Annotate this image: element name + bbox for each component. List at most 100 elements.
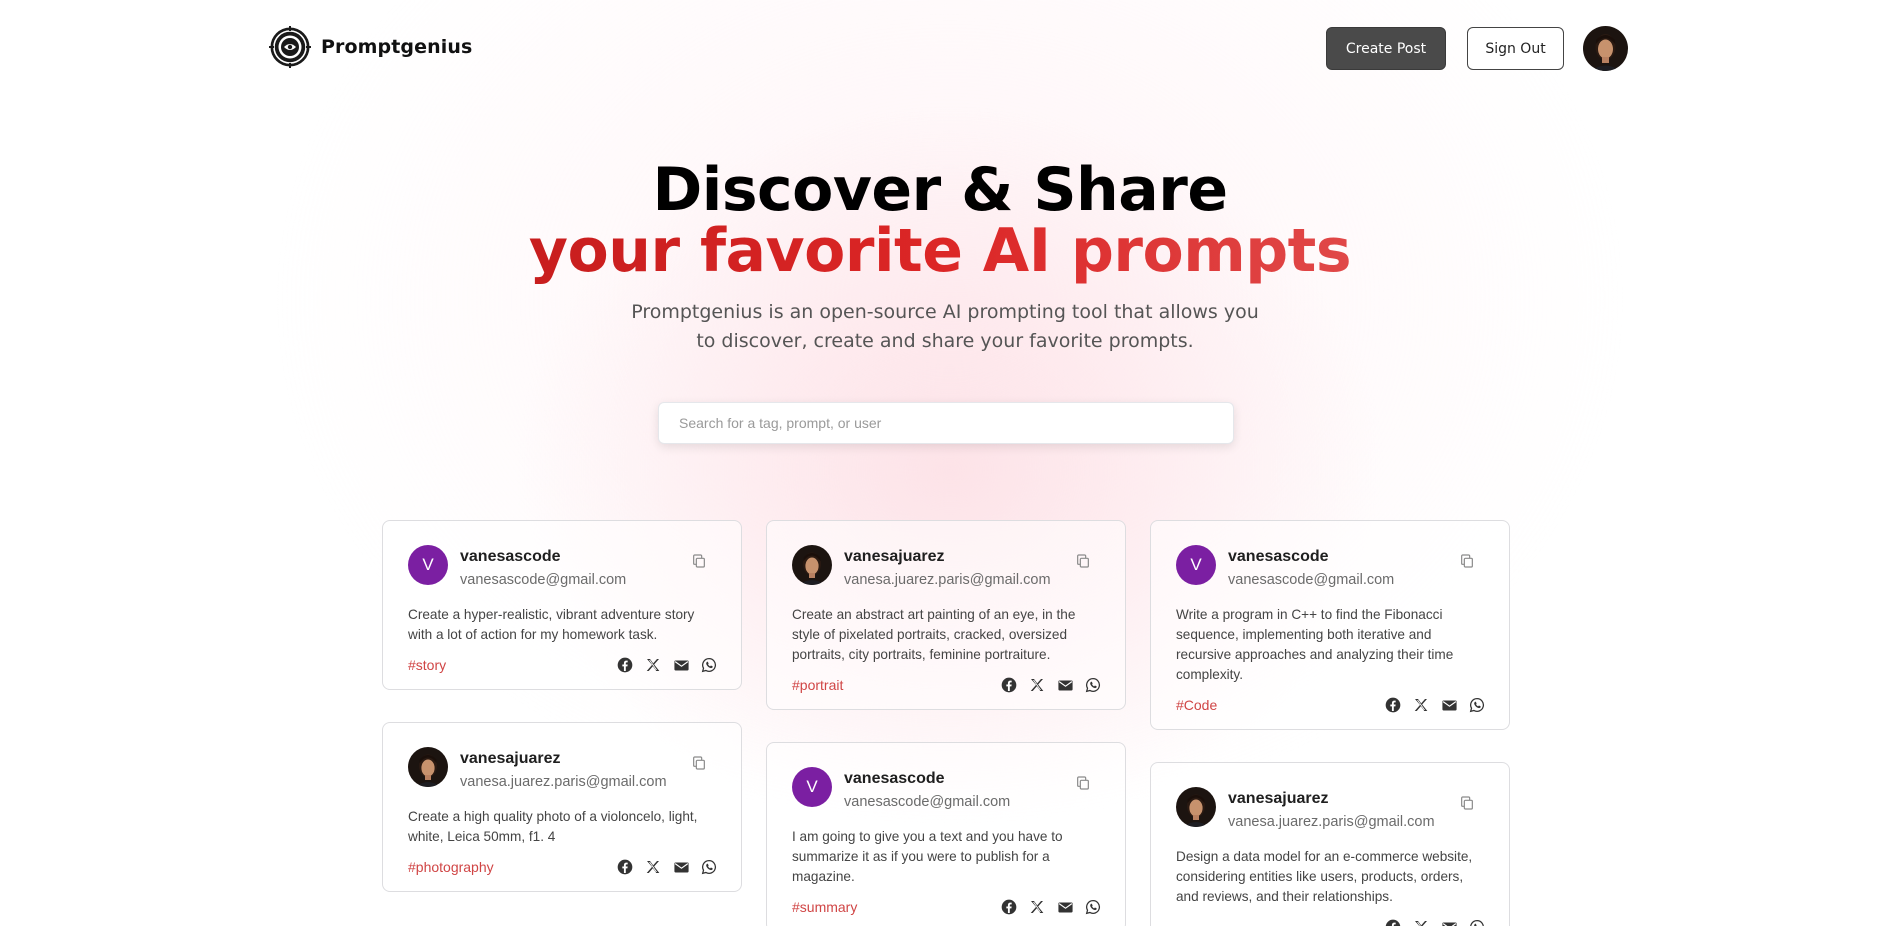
prompt-card: vanesajuarez vanesa.juarez.paris@gmail.c… (766, 520, 1126, 710)
user-info[interactable]: vanesajuarez vanesa.juarez.paris@gmail.c… (460, 747, 667, 792)
copy-icon[interactable] (689, 551, 709, 571)
search-input[interactable] (658, 402, 1234, 444)
brand-link[interactable]: Promptgenius (269, 26, 472, 68)
username[interactable]: vanesajuarez (1228, 789, 1435, 809)
prompt-card: vanesajuarez vanesa.juarez.paris@gmail.c… (382, 722, 742, 892)
card-footer: #photography (408, 857, 717, 877)
card-footer: #portrait (792, 675, 1101, 695)
share-buttons (616, 656, 718, 674)
user-email: vanesa.juarez.paris@gmail.com (460, 774, 667, 790)
card-header: V vanesascode vanesascode@gmail.com (792, 767, 1101, 813)
user-avatar[interactable]: V (408, 545, 448, 585)
username[interactable]: vanesascode (1228, 547, 1394, 567)
prompt-card: V vanesascode vanesascode@gmail.com Writ… (1150, 520, 1510, 730)
facebook-icon[interactable] (616, 656, 634, 674)
email-icon[interactable] (1440, 918, 1458, 926)
email-icon[interactable] (1440, 696, 1458, 714)
hero-description: Promptgenius is an open-source AI prompt… (631, 301, 1259, 352)
card-header: V vanesascode vanesascode@gmail.com (1176, 545, 1485, 591)
user-avatar[interactable]: V (1176, 545, 1216, 585)
share-buttons (616, 858, 718, 876)
prompt-card: V vanesascode vanesascode@gmail.com Crea… (382, 520, 742, 690)
prompt-text: Write a program in C++ to find the Fibon… (1176, 607, 1454, 682)
whatsapp-icon[interactable] (1468, 918, 1486, 926)
user-email: vanesascode@gmail.com (460, 572, 627, 588)
user-photo-icon (1583, 26, 1628, 71)
prompt-text: Design a data model for an e-commerce we… (1176, 849, 1473, 904)
user-email: vanesa.juarez.paris@gmail.com (1228, 814, 1435, 830)
copy-icon[interactable] (1073, 773, 1093, 793)
x-icon[interactable] (1412, 696, 1430, 714)
facebook-icon[interactable] (1000, 898, 1018, 916)
copy-icon[interactable] (689, 753, 709, 773)
card-header: V vanesascode vanesascode@gmail.com (408, 545, 717, 591)
copy-icon[interactable] (1457, 793, 1477, 813)
card-footer: #summary (792, 897, 1101, 917)
hero-subtitle: your favorite AI prompts (0, 216, 1880, 286)
prompt-text: I am going to give you a text and you ha… (792, 829, 1063, 884)
card-header: vanesajuarez vanesa.juarez.paris@gmail.c… (408, 747, 717, 793)
username[interactable]: vanesajuarez (460, 749, 667, 769)
prompt-text: Create an abstract art painting of an ey… (792, 607, 1076, 662)
user-info[interactable]: vanesascode vanesascode@gmail.com (1228, 545, 1394, 590)
hero-title: Discover & Share (652, 155, 1228, 225)
facebook-icon[interactable] (1384, 696, 1402, 714)
user-email: vanesascode@gmail.com (844, 794, 1011, 810)
share-buttons (1384, 918, 1486, 926)
whatsapp-icon[interactable] (700, 656, 718, 674)
email-icon[interactable] (672, 858, 690, 876)
user-email: vanesascode@gmail.com (1228, 572, 1395, 588)
email-icon[interactable] (1056, 676, 1074, 694)
whatsapp-icon[interactable] (1084, 898, 1102, 916)
x-icon[interactable] (644, 858, 662, 876)
user-info[interactable]: vanesajuarez vanesa.juarez.paris@gmail.c… (844, 545, 1051, 590)
card-footer (1176, 917, 1485, 926)
user-avatar[interactable] (792, 545, 832, 585)
user-avatar[interactable]: V (792, 767, 832, 807)
card-footer: #story (408, 655, 717, 675)
share-buttons (1000, 898, 1102, 916)
prompt-text: Create a hyper-realistic, vibrant advent… (408, 607, 695, 642)
user-info[interactable]: vanesascode vanesascode@gmail.com (844, 767, 1010, 812)
prompt-tag[interactable]: #photography (408, 859, 494, 875)
promptgenius-logo-icon (269, 26, 311, 68)
x-icon[interactable] (1412, 918, 1430, 926)
whatsapp-icon[interactable] (1084, 676, 1102, 694)
user-email: vanesa.juarez.paris@gmail.com (844, 572, 1051, 588)
brand-name: Promptgenius (321, 36, 473, 58)
share-buttons (1384, 696, 1486, 714)
whatsapp-icon[interactable] (700, 858, 718, 876)
sign-out-button[interactable]: Sign Out (1467, 27, 1564, 70)
prompt-tag[interactable]: #portrait (792, 677, 843, 693)
prompt-tag[interactable]: #Code (1176, 697, 1217, 713)
username[interactable]: vanesascode (844, 769, 1010, 789)
prompt-card: V vanesascode vanesascode@gmail.com I am… (766, 742, 1126, 926)
card-header: vanesajuarez vanesa.juarez.paris@gmail.c… (792, 545, 1101, 591)
user-avatar[interactable] (408, 747, 448, 787)
create-post-button[interactable]: Create Post (1326, 27, 1446, 70)
facebook-icon[interactable] (616, 858, 634, 876)
facebook-icon[interactable] (1384, 918, 1402, 926)
copy-icon[interactable] (1073, 551, 1093, 571)
prompt-tag[interactable]: #summary (792, 899, 857, 915)
prompt-text: Create a high quality photo of a violonc… (408, 809, 698, 844)
prompt-tag[interactable]: #story (408, 657, 446, 673)
share-buttons (1000, 676, 1102, 694)
hero-subtitle-text: your favorite AI prompts (528, 216, 1352, 286)
whatsapp-icon[interactable] (1468, 696, 1486, 714)
profile-avatar[interactable] (1583, 26, 1628, 71)
user-avatar[interactable] (1176, 787, 1216, 827)
card-footer: #Code (1176, 695, 1485, 715)
email-icon[interactable] (1056, 898, 1074, 916)
email-icon[interactable] (672, 656, 690, 674)
user-info[interactable]: vanesajuarez vanesa.juarez.paris@gmail.c… (1228, 787, 1435, 832)
facebook-icon[interactable] (1000, 676, 1018, 694)
x-icon[interactable] (644, 656, 662, 674)
username[interactable]: vanesascode (460, 547, 626, 567)
top-navbar: Promptgenius Create Post Sign Out (0, 0, 1900, 96)
user-info[interactable]: vanesascode vanesascode@gmail.com (460, 545, 626, 590)
x-icon[interactable] (1028, 898, 1046, 916)
x-icon[interactable] (1028, 676, 1046, 694)
username[interactable]: vanesajuarez (844, 547, 1051, 567)
copy-icon[interactable] (1457, 551, 1477, 571)
